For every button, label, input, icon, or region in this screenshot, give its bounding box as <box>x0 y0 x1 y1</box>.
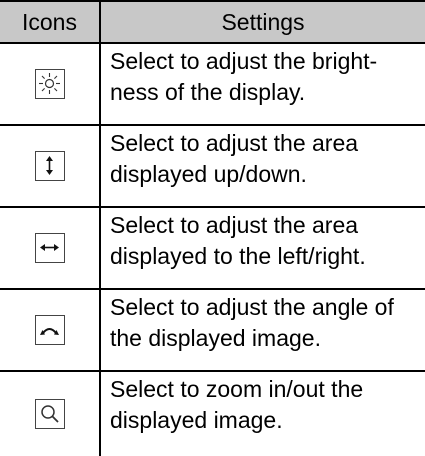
brightness-icon <box>34 69 65 99</box>
setting-description: Select to adjust the area displayed to t… <box>100 207 425 290</box>
vertical-adjust-icon <box>34 151 65 181</box>
setting-description: Select to adjust the bright- ness of the… <box>100 43 425 126</box>
icons-column-header: Icons <box>0 0 101 44</box>
angle-adjust-icon <box>34 315 65 345</box>
setting-description: Select to adjust the angle of the displa… <box>100 289 425 372</box>
settings-table: Icons Settings Select to adjust the brig… <box>0 0 425 456</box>
table-row: Select to zoom in/out the displayed imag… <box>0 371 425 456</box>
table-row: Select to adjust the area displayed up/d… <box>0 125 425 208</box>
settings-column-header: Settings <box>100 0 425 44</box>
table-row: Select to adjust the angle of the displa… <box>0 289 425 372</box>
table-row: Select to adjust the bright- ness of the… <box>0 43 425 126</box>
table-row: Select to adjust the area displayed to t… <box>0 207 425 290</box>
setting-description: Select to zoom in/out the displayed imag… <box>110 376 364 433</box>
horizontal-adjust-icon <box>34 233 65 263</box>
table-header-row: Icons Settings <box>0 0 425 44</box>
zoom-icon <box>34 399 65 429</box>
setting-description: Select to adjust the area displayed up/d… <box>100 125 425 208</box>
